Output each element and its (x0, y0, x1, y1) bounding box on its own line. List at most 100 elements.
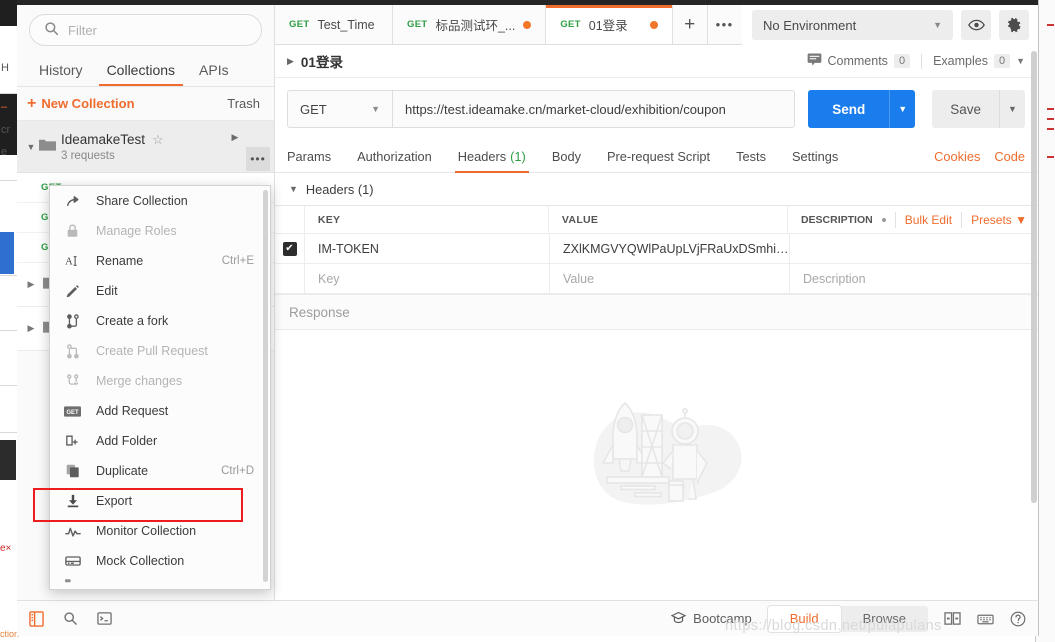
environment-bar: No Environment ▼ (742, 5, 1038, 45)
cookies-link[interactable]: Cookies (934, 149, 980, 164)
tab-title: Test_Time (317, 17, 375, 32)
plus-icon[interactable]: + (672, 5, 708, 44)
menu-item-add-request[interactable]: GET Add Request (50, 396, 270, 426)
table-row-placeholder[interactable]: Key Value Description (275, 264, 1038, 294)
send-button-group: Send ▼ (808, 90, 916, 128)
tab-biaopin[interactable]: GET 标品测试环_... (393, 5, 547, 44)
tab-title: 标品测试环_... (435, 19, 516, 33)
menu-item-duplicate[interactable]: Duplicate Ctrl+D (50, 456, 270, 486)
tab-headers[interactable]: Headers (1) (445, 140, 539, 173)
menu-item-partial-next[interactable] (50, 576, 270, 589)
row-value-cell[interactable]: ZXlKMGVYQWlPaUpLVjFRaUxDSmhiR2... (550, 234, 790, 263)
lock-icon (63, 224, 82, 238)
menu-item-add-folder[interactable]: Add Folder (50, 426, 270, 456)
chevron-right-icon[interactable]: ▶ (287, 56, 294, 67)
chevron-down-icon: ▼ (371, 104, 380, 114)
tab-authorization[interactable]: Authorization (344, 140, 445, 173)
build-button[interactable]: Build (767, 605, 841, 632)
search-input[interactable] (68, 22, 247, 38)
method-select[interactable]: GET ▼ (287, 90, 393, 128)
tab-params[interactable]: Params (287, 140, 344, 173)
two-pane-icon[interactable] (944, 611, 961, 626)
code-link[interactable]: Code (994, 149, 1025, 164)
collection-name-row: IdeamakeTest ☆ (61, 132, 164, 148)
collection-row-ideamaketest[interactable]: ▼ IdeamakeTest ☆ 3 requests ▶ ••• (17, 121, 274, 173)
headers-section-title: ▼ Headers (1) (275, 173, 1038, 205)
comments-label[interactable]: Comments (828, 54, 888, 68)
send-button[interactable]: Send (808, 90, 890, 128)
ellipsis-icon[interactable]: ••• (707, 5, 743, 44)
url-input[interactable] (393, 90, 796, 128)
rocket-astronaut-illustration (557, 385, 757, 523)
table-header-row: KEY VALUE DESCRIPTION Bulk Edit Presets … (275, 206, 1038, 234)
menu-item-share-collection[interactable]: Share Collection (50, 186, 270, 216)
bootcamp-button[interactable]: Bootcamp (670, 611, 752, 627)
key-placeholder: Key (318, 271, 340, 286)
context-menu-scrollbar[interactable] (263, 190, 268, 582)
comment-icon[interactable] (807, 53, 822, 69)
keyboard-icon[interactable] (977, 612, 994, 626)
save-dropdown-icon[interactable]: ▼ (999, 90, 1025, 128)
row-key-cell[interactable]: IM-TOKEN (305, 234, 550, 263)
sidebar-tab-apis[interactable]: APIs (187, 62, 241, 86)
filter-box[interactable] (29, 14, 262, 46)
menu-item-mock-collection[interactable]: Mock Collection (50, 546, 270, 576)
console-icon[interactable] (97, 611, 112, 626)
star-outline-icon[interactable]: ☆ (152, 132, 164, 148)
tab-settings[interactable]: Settings (779, 140, 851, 173)
value-placeholder: Value (563, 271, 595, 286)
get-badge-icon: GET (63, 405, 82, 417)
sidebar-toggle-icon[interactable] (29, 610, 44, 627)
tab-method: GET (560, 19, 581, 30)
gear-icon[interactable] (999, 10, 1029, 40)
chevron-down-icon[interactable]: ▼ (23, 142, 39, 152)
menu-item-rename[interactable]: A Rename Ctrl+E (50, 246, 270, 276)
eye-icon[interactable] (961, 10, 991, 40)
menu-item-edit[interactable]: Edit (50, 276, 270, 306)
menu-item-monitor-collection[interactable]: Monitor Collection (50, 516, 270, 546)
menu-item-create-a-fork[interactable]: Create a fork (50, 306, 270, 336)
bulk-edit-button[interactable]: Bulk Edit (905, 213, 952, 227)
search-icon[interactable] (63, 611, 78, 626)
menu-item-export[interactable]: Export (50, 486, 270, 516)
send-dropdown-icon[interactable]: ▼ (889, 90, 916, 128)
new-collection-button[interactable]: + New Collection (27, 95, 135, 112)
bg-text-fragment-2: – (1, 101, 8, 113)
sidebar-actions: + New Collection Trash (17, 87, 274, 121)
method-value: GET (300, 101, 327, 117)
tab-test-time[interactable]: GET Test_Time (275, 5, 393, 44)
chevron-right-icon[interactable]: ▶ (23, 279, 39, 290)
environment-select[interactable]: No Environment ▼ (752, 10, 953, 40)
main-scrollbar[interactable] (1031, 51, 1037, 503)
checkbox-checked-icon[interactable]: ✔ (282, 241, 297, 256)
examples-label[interactable]: Examples (933, 54, 988, 68)
presets-button[interactable]: Presets ▼ (971, 213, 1027, 227)
chevron-right-icon[interactable]: ▶ (23, 323, 39, 334)
tab-method: GET (407, 19, 428, 30)
play-triangle-icon[interactable]: ▶ (224, 126, 246, 148)
browse-button[interactable]: Browse (841, 606, 928, 632)
divider (921, 53, 923, 69)
help-icon[interactable] (1010, 611, 1026, 627)
sidebar-tab-history[interactable]: History (27, 62, 95, 86)
menu-item-create-pull-request: Create Pull Request (50, 336, 270, 366)
text-cursor-icon: A (63, 254, 82, 268)
tab-body[interactable]: Body (539, 140, 594, 173)
table-row[interactable]: ✔ IM-TOKEN ZXlKMGVYQWlPaUpLVjFRaUxDSmhiR… (275, 234, 1038, 264)
trash-button[interactable]: Trash (227, 96, 260, 111)
tab-01denglu[interactable]: GET 01登录 (546, 5, 673, 44)
tab-pre-request-script[interactable]: Pre-request Script (594, 140, 723, 173)
tab-tests[interactable]: Tests (723, 140, 779, 173)
save-button[interactable]: Save (932, 90, 999, 128)
chevron-down-icon[interactable]: ▼ (1016, 56, 1025, 66)
row-value-cell[interactable]: Value (550, 264, 790, 293)
pencil-icon (63, 284, 82, 298)
row-description-cell[interactable] (790, 234, 1038, 263)
sidebar-tab-collections[interactable]: Collections (95, 62, 187, 86)
breadcrumb-right: Comments 0 Examples 0 ▼ (807, 53, 1025, 69)
row-key-cell[interactable]: Key (305, 264, 550, 293)
bootcamp-label: Bootcamp (693, 611, 752, 626)
row-description-cell[interactable]: Description (790, 264, 1038, 293)
collection-more-icon[interactable]: ••• (246, 147, 270, 171)
chevron-down-icon[interactable]: ▼ (289, 184, 298, 194)
